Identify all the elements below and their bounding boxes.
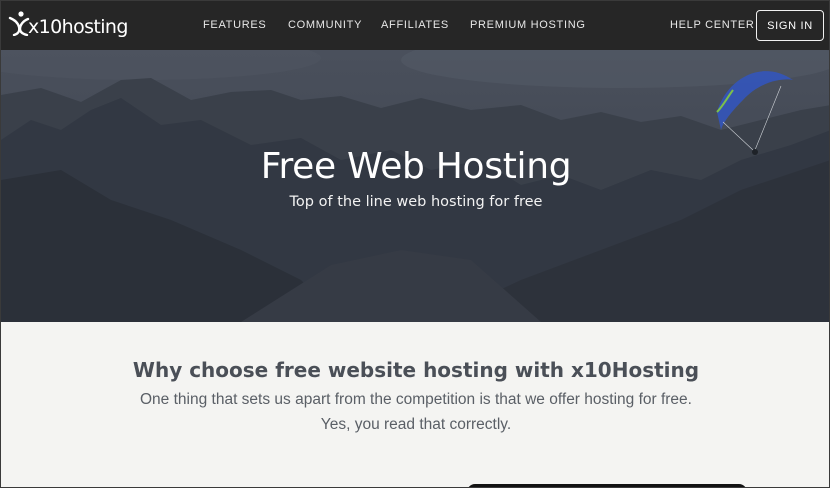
x10hosting-logo-icon [8, 10, 30, 41]
brand-logo[interactable]: x10hosting [8, 10, 128, 41]
sign-in-button[interactable]: SIGN IN [756, 10, 824, 41]
nav-link-affiliates[interactable]: AFFILIATES [381, 19, 449, 31]
why-section-title: Why choose free website hosting with x10… [132, 358, 700, 382]
why-section: Why choose free website hosting with x10… [1, 322, 829, 487]
top-nav: x10hosting FEATURES COMMUNITY AFFILIATES… [1, 1, 829, 50]
nav-link-help-center[interactable]: HELP CENTER [670, 19, 755, 31]
nav-link-community[interactable]: COMMUNITY [288, 19, 362, 31]
page-frame: x10hosting FEATURES COMMUNITY AFFILIATES… [0, 0, 830, 488]
nav-link-premium-hosting[interactable]: PREMIUM HOSTING [470, 19, 586, 31]
feature-card-top-edge [467, 484, 747, 487]
sign-in-label: SIGN IN [767, 19, 813, 32]
hero-title: Free Web Hosting [260, 146, 572, 187]
hero-subtitle: Top of the line web hosting for free [289, 194, 543, 210]
why-section-line-2: Yes, you read that correctly. [320, 416, 512, 433]
brand-logo-text: x10hosting [28, 15, 128, 38]
nav-link-features[interactable]: FEATURES [203, 19, 266, 31]
hero-banner: Free Web Hosting Top of the line web hos… [1, 50, 829, 322]
why-section-line-1: One thing that sets us apart from the co… [140, 391, 692, 408]
